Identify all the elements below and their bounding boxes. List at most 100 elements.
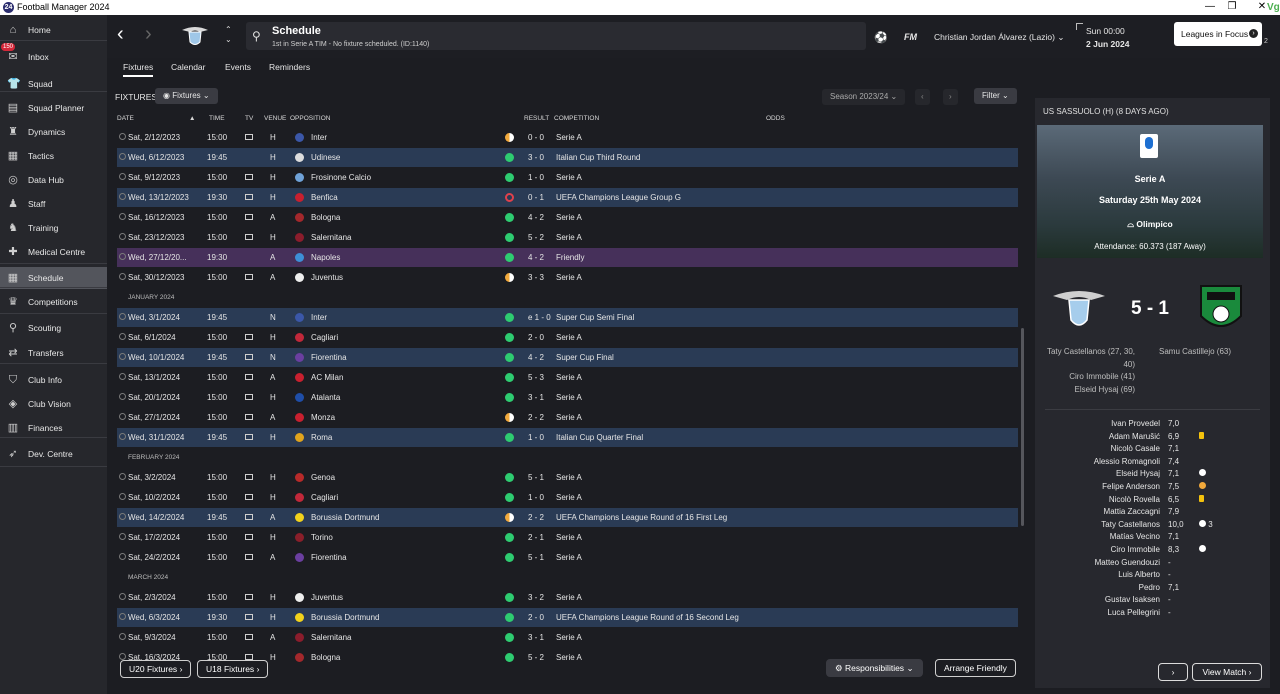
sidebar-item-data-hub[interactable]: ◎ Data Hub — [0, 169, 107, 191]
player-rating-row[interactable]: Nicolò Casale 7,1 — [1035, 444, 1270, 457]
player-rating-row[interactable]: Luis Alberto - — [1035, 570, 1270, 583]
sidebar-item-transfers[interactable]: ⇄ Transfers — [0, 342, 107, 364]
fixture-row[interactable]: Sat, 23/12/2023 15:00 H Salernitana 5 - 2 Ser… — [117, 228, 1018, 247]
player-rating-row[interactable]: Ivan Provedel 7,0 — [1035, 419, 1270, 432]
fixture-row[interactable]: Wed, 31/1/2024 19:45 H Roma 1 - 0 Italian Cup… — [117, 428, 1018, 447]
fixture-opposition[interactable]: Cagliari — [311, 333, 338, 342]
fixture-row[interactable]: Sat, 24/2/2024 15:00 A Fiorentina 5 - 1 Serie… — [117, 548, 1018, 567]
player-rating-row[interactable]: Adam Marušić 6,9 — [1035, 431, 1270, 445]
sidebar-item-club-info[interactable]: ⛉ Club Info — [0, 369, 107, 391]
row-select-icon[interactable] — [119, 533, 126, 540]
scrollbar[interactable] — [1021, 328, 1024, 526]
fixture-row[interactable]: Sat, 16/12/2023 15:00 A Bologna 4 - 2 Serie A — [117, 208, 1018, 227]
fixture-opposition[interactable]: Borussia Dortmund — [311, 613, 379, 622]
row-select-icon[interactable] — [119, 553, 126, 560]
arrange-friendly-button[interactable]: Arrange Friendly — [935, 659, 1016, 677]
player-rating-row[interactable]: Mattia Zaccagni 7,9 — [1035, 507, 1270, 520]
sidebar-item-schedule[interactable]: ▦ Schedule — [0, 267, 107, 289]
player-rating-row[interactable]: Pedro 7,1 — [1035, 583, 1270, 596]
player-rating-row[interactable]: Alessio Romagnoli 7,4 — [1035, 457, 1270, 470]
col-time[interactable]: TIME — [209, 115, 225, 122]
fixture-row[interactable]: Sat, 20/1/2024 15:00 H Atalanta 3 - 1 Serie A — [117, 388, 1018, 407]
fixture-row[interactable]: Wed, 3/1/2024 19:45 N Inter e 1 - 0 Super Cup… — [117, 308, 1018, 327]
fixture-row[interactable]: Wed, 10/1/2024 19:45 N Fiorentina 4 - 2 Super… — [117, 348, 1018, 367]
sidebar-item-tactics[interactable]: ▦ Tactics — [0, 145, 107, 167]
player-rating-row[interactable]: Elseid Hysaj 7,1 — [1035, 469, 1270, 482]
fixture-opposition[interactable]: Atalanta — [311, 393, 340, 402]
col-competition[interactable]: COMPETITION — [554, 115, 599, 122]
row-select-icon[interactable] — [119, 593, 126, 600]
filter-dropdown[interactable]: Filter ⌄ — [974, 88, 1017, 104]
search-box[interactable]: ⚲ Schedule 1st in Serie A TIM - No fixtu… — [246, 22, 866, 50]
fixture-opposition[interactable]: Juventus — [311, 593, 343, 602]
sidebar-item-home[interactable]: ⌂ Home — [0, 19, 107, 41]
row-select-icon[interactable] — [119, 413, 126, 420]
fixture-opposition[interactable]: Benfica — [311, 193, 338, 202]
row-select-icon[interactable] — [119, 213, 126, 220]
fixture-row[interactable]: Sat, 17/2/2024 15:00 H Torino 2 - 1 Serie A — [117, 528, 1018, 547]
fixture-row[interactable]: Wed, 14/2/2024 19:45 A Borussia Dortmund 2 -… — [117, 508, 1018, 527]
view-match-button[interactable]: View Match › — [1192, 663, 1262, 681]
fixture-opposition[interactable]: Frosinone Calcio — [311, 173, 371, 182]
row-select-icon[interactable] — [119, 173, 126, 180]
col-venue[interactable]: VENUE — [264, 115, 286, 122]
fixture-opposition[interactable]: Fiorentina — [311, 353, 347, 362]
fixture-opposition[interactable]: Torino — [311, 533, 333, 542]
fixture-opposition[interactable]: Bologna — [311, 213, 340, 222]
col-opposition[interactable]: OPPOSITION — [290, 115, 330, 122]
player-rating-row[interactable]: Luca Pellegrini - — [1035, 608, 1270, 621]
fixture-opposition[interactable]: Inter — [311, 313, 327, 322]
minimize-button[interactable]: — — [1200, 1, 1220, 12]
manager-name[interactable]: Christian Jordan Álvarez (Lazio) ⌄ — [934, 32, 1064, 43]
row-select-icon[interactable] — [119, 613, 126, 620]
fixture-row[interactable]: Sat, 9/3/2024 15:00 A Salernitana 3 - 1 Serie… — [117, 628, 1018, 647]
row-select-icon[interactable] — [119, 633, 126, 640]
u18-fixtures-button[interactable]: U18 Fixtures › — [197, 660, 269, 678]
row-select-icon[interactable] — [119, 353, 126, 360]
fixture-opposition[interactable]: Inter — [311, 133, 327, 142]
fixtures-view-dropdown[interactable]: ◉ Fixtures ⌄ — [155, 88, 218, 104]
row-select-icon[interactable] — [119, 393, 126, 400]
sidebar-item-inbox[interactable]: ✉ 150 Inbox — [0, 43, 107, 68]
row-select-icon[interactable] — [119, 333, 126, 340]
col-tv[interactable]: TV — [245, 115, 253, 122]
sidebar-item-squad-planner[interactable]: ▤ Squad Planner — [0, 97, 107, 119]
row-select-icon[interactable] — [119, 193, 126, 200]
previous-season-button[interactable]: ‹ — [915, 89, 930, 105]
fixture-opposition[interactable]: Udinese — [311, 153, 340, 162]
row-select-icon[interactable] — [119, 373, 126, 380]
fixture-row[interactable]: Wed, 6/12/2023 19:45 H Udinese 3 - 0 Italian … — [117, 148, 1018, 167]
sidebar-item-scouting[interactable]: ⚲ Scouting — [0, 317, 107, 339]
player-rating-row[interactable]: Taty Castellanos 10,0 3 — [1035, 519, 1270, 533]
game-date[interactable]: Sun 00:00 2 Jun 2024 — [1086, 25, 1129, 51]
next-season-button[interactable]: › — [943, 89, 958, 105]
fixture-row[interactable]: Sat, 3/2/2024 15:00 H Genoa 5 - 1 Serie A — [117, 468, 1018, 487]
fixture-opposition[interactable]: Napoles — [311, 253, 340, 262]
row-select-icon[interactable] — [119, 653, 126, 660]
fixture-row[interactable]: Sat, 27/1/2024 15:00 A Monza 2 - 2 Serie A — [117, 408, 1018, 427]
col-odds[interactable]: ODDS — [766, 115, 785, 122]
fixture-opposition[interactable]: Roma — [311, 433, 332, 442]
fixture-opposition[interactable]: AC Milan — [311, 373, 343, 382]
next-match-button[interactable]: › — [1158, 663, 1188, 681]
fixture-row[interactable]: Wed, 27/12/20... 19:30 A Napoles 4 - 2 Friend… — [117, 248, 1018, 267]
fixture-opposition[interactable]: Cagliari — [311, 493, 338, 502]
back-arrow-icon[interactable]: ‹ — [117, 23, 124, 46]
row-select-icon[interactable] — [119, 313, 126, 320]
sidebar-item-dev-centre[interactable]: ➶ Dev. Centre — [0, 443, 107, 465]
player-rating-row[interactable]: Ciro Immobile 8,3 — [1035, 545, 1270, 558]
col-date[interactable]: DATE — [117, 115, 134, 122]
maximize-button[interactable]: ❐ — [1222, 1, 1242, 12]
player-rating-row[interactable]: Nicolò Rovella 6,5 — [1035, 494, 1270, 508]
fixture-opposition[interactable]: Bologna — [311, 653, 340, 662]
fixture-row[interactable]: Wed, 6/3/2024 19:30 H Borussia Dortmund 2 - … — [117, 608, 1018, 627]
fixture-row[interactable]: Sat, 9/12/2023 15:00 H Frosinone Calcio 1 - … — [117, 168, 1018, 187]
sidebar-item-competitions[interactable]: ♛ Competitions — [0, 291, 107, 313]
season-dropdown[interactable]: Season 2023/24 ⌄ — [822, 89, 906, 105]
fixture-row[interactable]: Wed, 13/12/2023 19:30 H Benfica 0 - 1 UEFA Ch… — [117, 188, 1018, 207]
row-select-icon[interactable] — [119, 153, 126, 160]
club-switch-chevrons-icon[interactable]: ⌃ ⌄ — [225, 25, 232, 45]
fixture-opposition[interactable]: Monza — [311, 413, 335, 422]
player-rating-row[interactable]: Gustav Isaksen - — [1035, 595, 1270, 608]
sidebar-item-club-vision[interactable]: ◈ Club Vision — [0, 393, 107, 415]
